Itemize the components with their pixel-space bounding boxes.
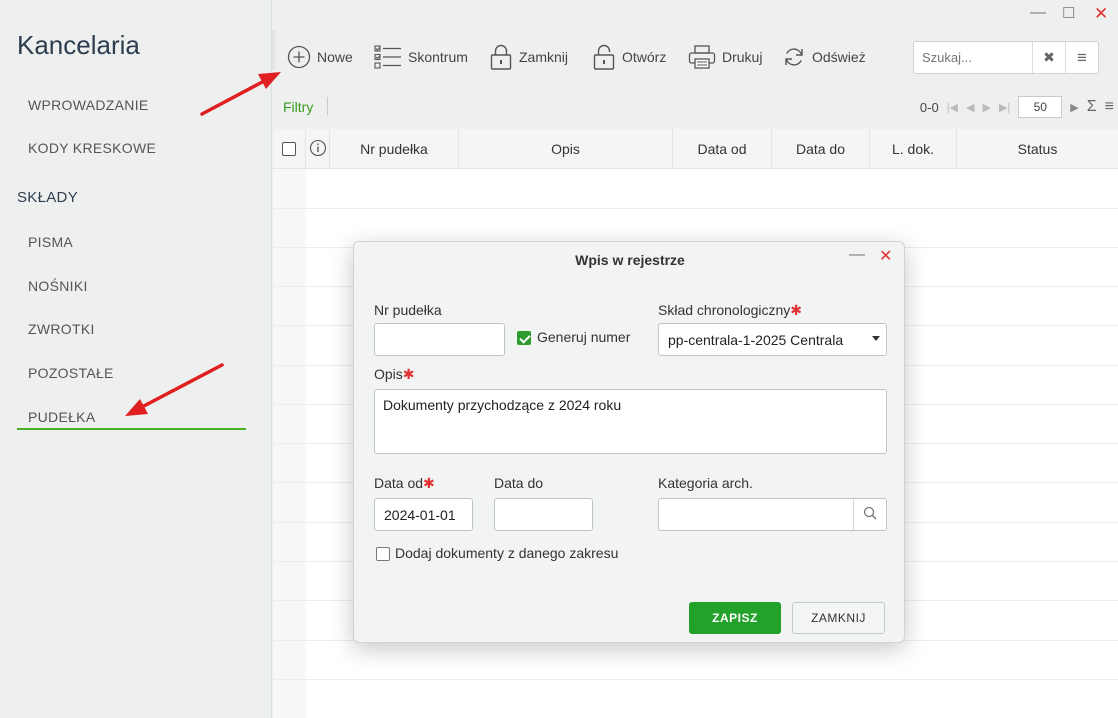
dropdown-arrow-icon xyxy=(872,336,880,341)
new-button[interactable]: Nowe xyxy=(287,42,353,72)
add-documents-checkbox[interactable] xyxy=(376,547,390,561)
sklad-label: Skład chronologiczny✱ xyxy=(658,302,802,319)
printer-icon xyxy=(688,44,716,70)
skontrum-button-label: Skontrum xyxy=(408,49,468,65)
first-page-icon[interactable]: |◀ xyxy=(947,101,958,114)
last-page-icon[interactable]: ▶| xyxy=(999,101,1010,114)
search-input[interactable] xyxy=(914,42,1032,73)
new-button-label: Nowe xyxy=(317,49,353,65)
required-marker: ✱ xyxy=(423,475,435,491)
data-od-input[interactable]: 2024-01-01 xyxy=(374,498,473,531)
grid-menu-icon[interactable]: ≡ xyxy=(1105,98,1114,116)
refresh-button-label: Odśwież xyxy=(812,49,866,65)
close-record-label: Zamknij xyxy=(519,49,569,65)
save-button[interactable]: ZAPISZ xyxy=(689,602,781,634)
sidebar-item-kody-kreskowe[interactable]: KODY KRESKOWE xyxy=(28,140,156,156)
dialog-close-button[interactable]: ✕ xyxy=(879,246,892,266)
data-do-input[interactable] xyxy=(494,498,593,531)
window-close-button[interactable]: ✕ xyxy=(1094,4,1108,24)
prev-page-icon[interactable]: ◀ xyxy=(966,101,974,114)
print-button[interactable]: Drukuj xyxy=(688,42,762,72)
sidebar: Kancelaria WPROWADZANIE KODY KRESKOWE SK… xyxy=(0,0,272,718)
plus-circle-icon xyxy=(287,45,311,69)
column-l-dok[interactable]: L. dok. xyxy=(870,129,957,169)
data-do-label: Data do xyxy=(494,475,544,491)
page-size-input[interactable]: 50 xyxy=(1018,96,1063,118)
dialog-title: Wpis w rejestrze xyxy=(575,252,685,268)
kategoria-search-button[interactable] xyxy=(853,499,886,530)
search-icon xyxy=(863,506,877,523)
next-page-icon[interactable]: ▶ xyxy=(983,101,991,114)
required-marker: ✱ xyxy=(402,366,415,382)
entry-dialog: Wpis w rejestrze — ✕ Nr pudełka Generuj … xyxy=(353,241,905,643)
sidebar-item-nosniki[interactable]: NOŚNIKI xyxy=(28,278,88,294)
nr-pudelka-label: Nr pudełka xyxy=(374,302,442,318)
checklist-icon xyxy=(374,44,402,70)
refresh-button[interactable]: Odśwież xyxy=(782,42,866,72)
column-nr-pudelka[interactable]: Nr pudełka xyxy=(330,129,459,169)
kategoria-label: Kategoria arch. xyxy=(658,475,753,491)
open-record-label: Otwórz xyxy=(622,49,667,65)
grid-header: Nr pudełka Opis Data od Data do L. dok. … xyxy=(273,129,1118,169)
refresh-icon xyxy=(782,45,806,69)
sklad-label-text: Skład chronologiczny xyxy=(658,302,791,318)
filters-separator xyxy=(327,97,328,115)
search-box: ✖ ≡ xyxy=(913,41,1099,74)
data-od-label: Data od✱ xyxy=(374,475,435,492)
info-icon xyxy=(309,139,327,160)
opis-textarea[interactable]: Dokumenty przychodzące z 2024 roku xyxy=(374,389,887,454)
sklad-select-value: pp-centrala-1-2025 Centrala xyxy=(668,331,844,348)
sidebar-item-wprowadzanie[interactable]: WPROWADZANIE xyxy=(28,97,149,113)
add-documents-label[interactable]: Dodaj dokumenty z danego zakresu xyxy=(395,545,618,561)
table-row[interactable] xyxy=(273,679,1118,680)
close-record-button[interactable]: Zamknij xyxy=(489,42,568,72)
page-size-arrow-icon[interactable]: ▶ xyxy=(1070,101,1078,114)
lock-open-icon xyxy=(592,43,616,71)
opis-label: Opis✱ xyxy=(374,366,415,383)
app-title: Kancelaria xyxy=(17,30,140,60)
cancel-button[interactable]: ZAMKNIJ xyxy=(792,602,885,634)
table-row[interactable] xyxy=(273,208,1118,209)
opis-label-text: Opis xyxy=(374,366,403,382)
print-button-label: Drukuj xyxy=(722,49,763,65)
select-all-checkbox-cell[interactable] xyxy=(273,129,306,169)
info-column-header xyxy=(306,129,330,169)
window-minimize-button[interactable]: — xyxy=(1030,4,1046,22)
filters-link[interactable]: Filtry xyxy=(283,99,313,115)
column-data-od[interactable]: Data od xyxy=(673,129,772,169)
dialog-minimize-button[interactable]: — xyxy=(849,246,865,264)
search-clear-icon[interactable]: ✖ xyxy=(1032,42,1065,73)
sidebar-item-pozostale[interactable]: POZOSTAŁE xyxy=(28,365,114,381)
required-marker: ✱ xyxy=(790,302,803,318)
pager: 0-0 |◀ ◀ ▶ ▶| 50 ▶ Σ ≡ xyxy=(920,96,1118,118)
generate-number-checkbox[interactable] xyxy=(517,331,531,345)
column-status[interactable]: Status xyxy=(957,129,1118,169)
sidebar-item-zwrotki[interactable]: ZWROTKI xyxy=(28,321,95,337)
sum-icon[interactable]: Σ xyxy=(1087,98,1097,116)
window-maximize-button[interactable]: ☐ xyxy=(1062,4,1075,22)
sidebar-item-pudelka[interactable]: PUDEŁKA xyxy=(28,409,95,425)
sidebar-active-indicator xyxy=(17,428,246,430)
lock-closed-icon xyxy=(489,43,513,71)
data-od-label-text: Data od xyxy=(374,475,424,491)
sklad-select[interactable]: pp-centrala-1-2025 Centrala xyxy=(658,323,887,356)
select-all-checkbox[interactable] xyxy=(282,142,296,156)
kategoria-input[interactable] xyxy=(658,498,887,531)
pager-range: 0-0 xyxy=(919,99,939,115)
sidebar-item-pisma[interactable]: PISMA xyxy=(28,234,73,250)
nr-pudelka-input[interactable] xyxy=(374,323,505,356)
open-record-button[interactable]: Otwórz xyxy=(592,42,666,72)
sidebar-section-sklady[interactable]: SKŁADY xyxy=(17,189,78,206)
column-opis[interactable]: Opis xyxy=(459,129,673,169)
search-menu-icon[interactable]: ≡ xyxy=(1065,42,1098,73)
generate-number-label[interactable]: Generuj numer xyxy=(537,329,630,345)
skontrum-button[interactable]: Skontrum xyxy=(374,42,468,72)
column-data-do[interactable]: Data do xyxy=(772,129,870,169)
toolbar-separator xyxy=(272,30,275,70)
